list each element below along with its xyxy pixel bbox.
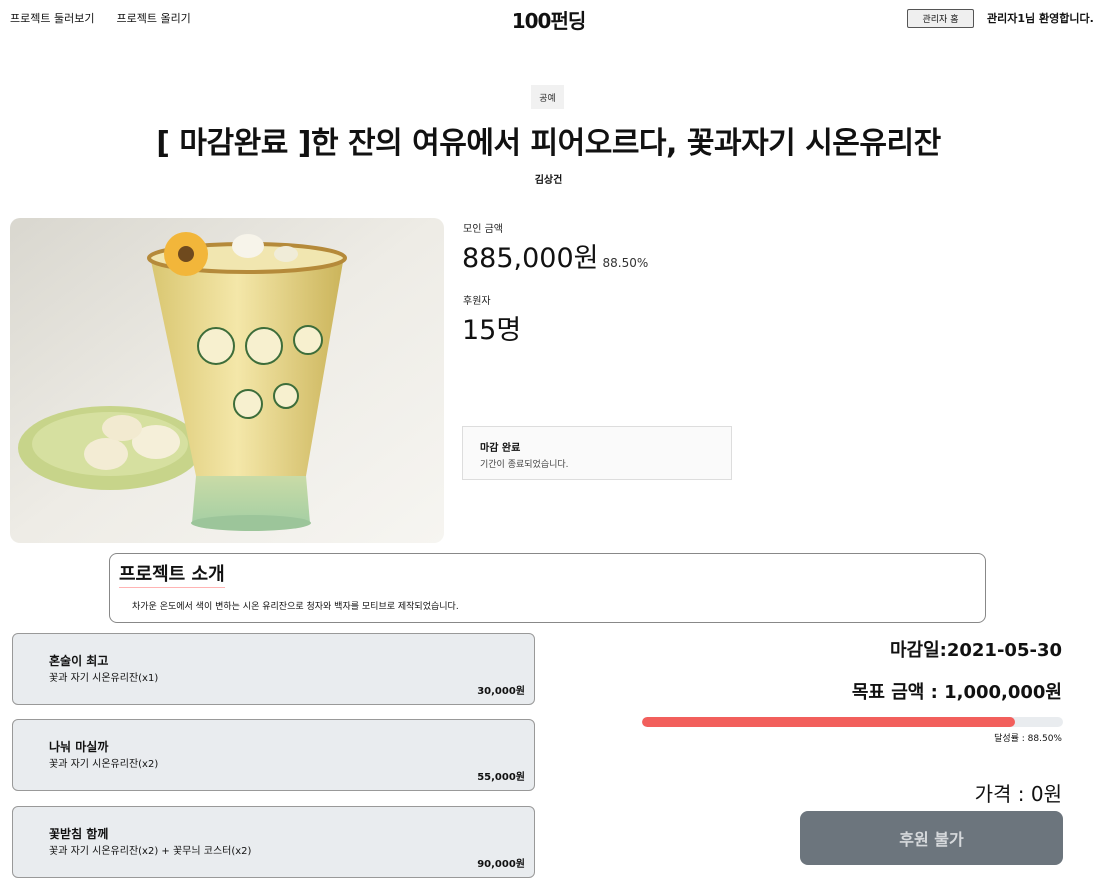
status-box: 마감 완료 기간이 종료되었습니다. <box>462 426 732 480</box>
intro-text: 차가운 온도에서 색이 변하는 시온 유리잔으로 청자와 백자를 모티브로 제작… <box>132 602 459 612</box>
site-logo[interactable]: 100펀딩 <box>512 9 587 33</box>
backers-label: 후원자 <box>463 296 491 307</box>
backers-count: 15명 <box>462 315 522 346</box>
raised-amount: 885,000원 <box>462 243 599 274</box>
status-description: 기간이 종료되었습니다. <box>480 460 569 470</box>
support-button[interactable]: 후원 불가 <box>800 811 1063 865</box>
raised-amount-row: 885,000원 88.50% <box>462 236 648 275</box>
reward-name: 혼술이 최고 <box>49 654 109 668</box>
reward-card[interactable]: 혼술이 최고 꽃과 자기 시온유리잔(x1) 30,000원 <box>12 633 535 705</box>
admin-home-button[interactable]: 관리자 홈 <box>907 9 974 28</box>
reward-name: 꽃받침 함께 <box>49 827 109 841</box>
product-image <box>10 218 444 543</box>
selected-price: 가격 : 0원 <box>974 782 1062 806</box>
reward-description: 꽃과 자기 시온유리잔(x1) <box>49 673 159 684</box>
progress-fill <box>642 717 1015 727</box>
project-author: 김상건 <box>534 175 563 186</box>
reward-description: 꽃과 자기 시온유리잔(x2) + 꽃무늬 코스터(x2) <box>49 846 252 857</box>
welcome-text: 관리자1님 환영합니다. <box>987 12 1094 25</box>
reward-price: 55,000원 <box>477 772 525 783</box>
top-nav: 프로젝트 둘러보기 프로젝트 올리기 <box>10 10 191 26</box>
status-title: 마감 완료 <box>480 443 521 454</box>
category-badge[interactable]: 공예 <box>531 85 564 109</box>
project-title: [ 마감완료 ]한 잔의 여유에서 피어오르다, 꽃과자기 시온유리잔 <box>156 126 941 161</box>
raised-label: 모인 금액 <box>463 224 503 235</box>
deadline: 마감일:2021-05-30 <box>889 640 1062 661</box>
reward-name: 나눠 마실까 <box>49 740 109 754</box>
nav-browse-projects[interactable]: 프로젝트 둘러보기 <box>10 10 94 26</box>
reward-description: 꽃과 자기 시온유리잔(x2) <box>49 759 159 770</box>
reward-card[interactable]: 꽃받침 함께 꽃과 자기 시온유리잔(x2) + 꽃무늬 코스터(x2) 90,… <box>12 806 535 878</box>
project-intro: 프로젝트 소개 차가운 온도에서 색이 변하는 시온 유리잔으로 청자와 백자를… <box>109 553 986 623</box>
nav-upload-project[interactable]: 프로젝트 올리기 <box>116 10 190 26</box>
goal-amount: 목표 금액 : 1,000,000원 <box>851 682 1062 703</box>
reward-card[interactable]: 나눠 마실까 꽃과 자기 시온유리잔(x2) 55,000원 <box>12 719 535 791</box>
raised-percent: 88.50% <box>602 256 649 270</box>
intro-title: 프로젝트 소개 <box>119 560 225 588</box>
reward-price: 30,000원 <box>477 686 525 697</box>
reward-price: 90,000원 <box>477 859 525 870</box>
achievement-rate: 달성률 : 88.50% <box>994 734 1062 744</box>
progress-bar <box>642 717 1063 727</box>
